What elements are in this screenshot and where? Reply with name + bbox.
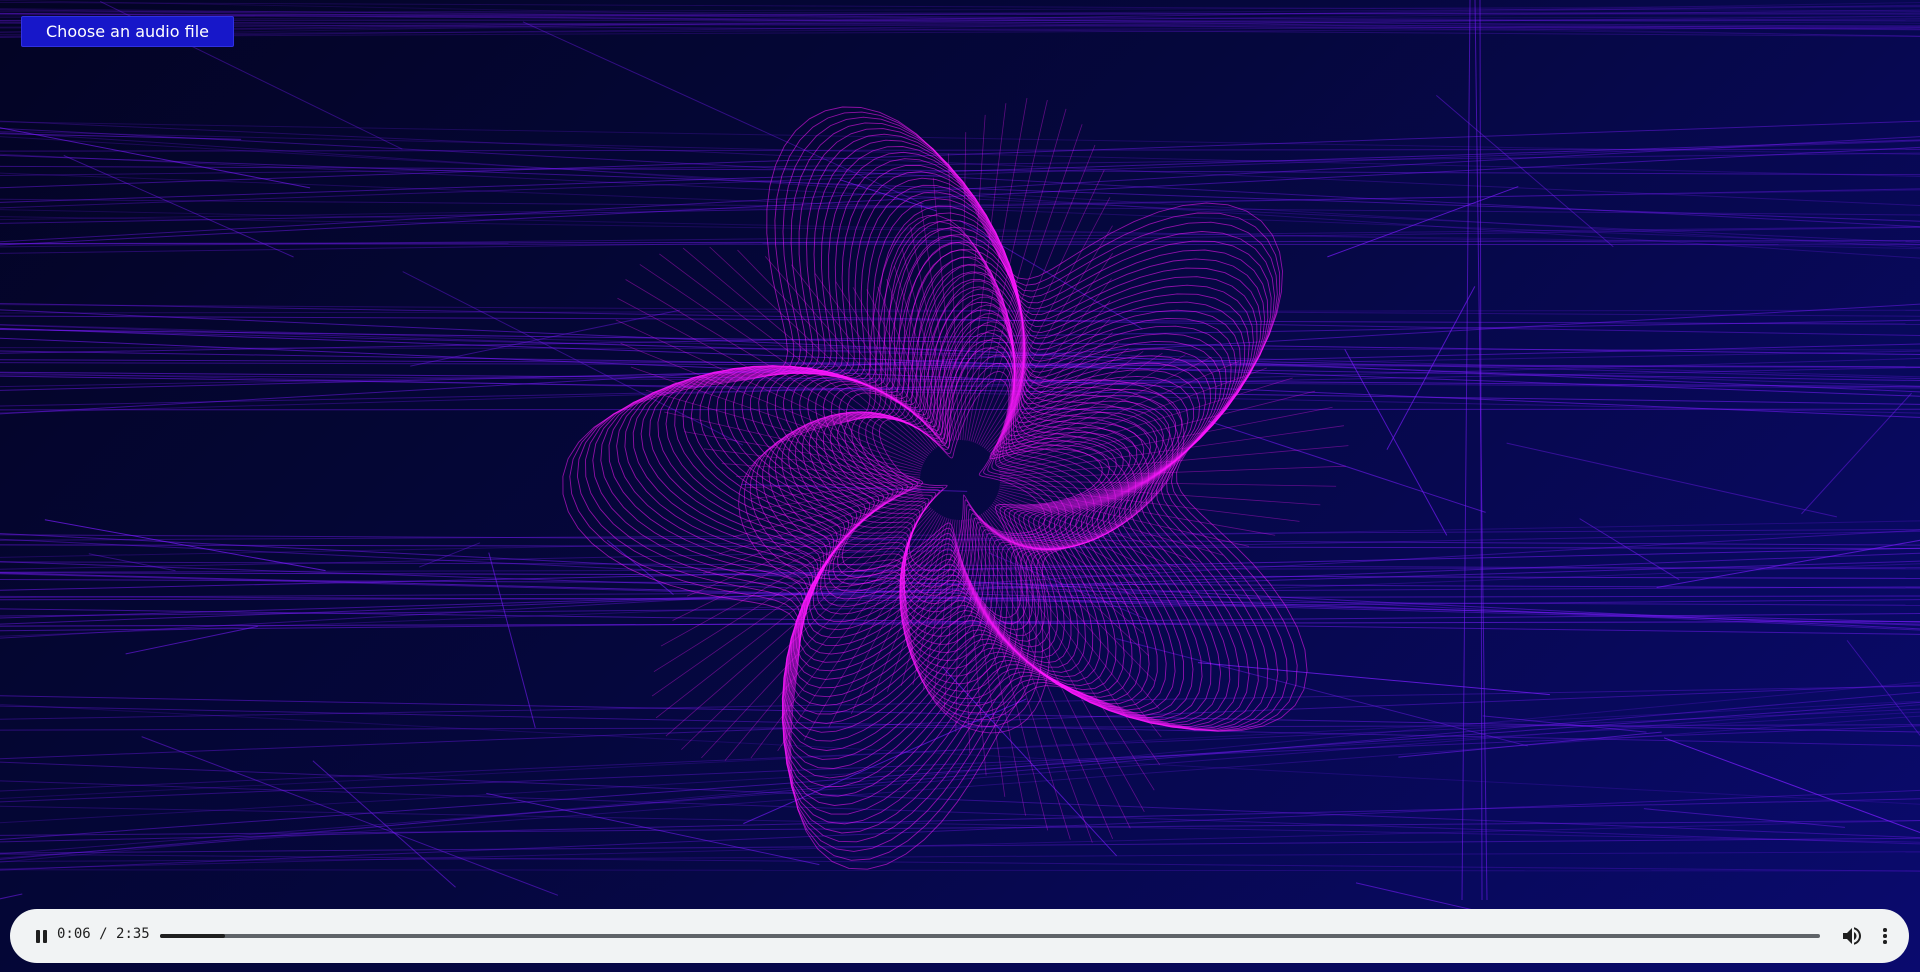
volume-button[interactable] <box>1840 924 1864 948</box>
duration: 2:35 <box>116 926 150 942</box>
seek-progress <box>160 934 225 938</box>
more-vert-icon <box>1883 927 1887 945</box>
pause-button[interactable] <box>27 922 55 950</box>
time-separator: / <box>90 926 117 942</box>
choose-audio-file-button[interactable]: Choose an audio file <box>21 16 234 47</box>
more-options-button[interactable] <box>1873 924 1897 948</box>
current-time: 0:06 <box>57 926 91 942</box>
visualizer-stage <box>0 0 1920 972</box>
pause-icon <box>34 929 48 943</box>
seek-slider[interactable] <box>160 934 1820 938</box>
volume-icon <box>1843 927 1861 945</box>
wireframe-visualizer <box>0 0 1920 956</box>
time-display: 0:06 / 2:35 <box>57 926 150 942</box>
audio-player: 0:06 / 2:35 <box>10 909 1909 963</box>
wireframe-plane <box>0 0 1920 956</box>
